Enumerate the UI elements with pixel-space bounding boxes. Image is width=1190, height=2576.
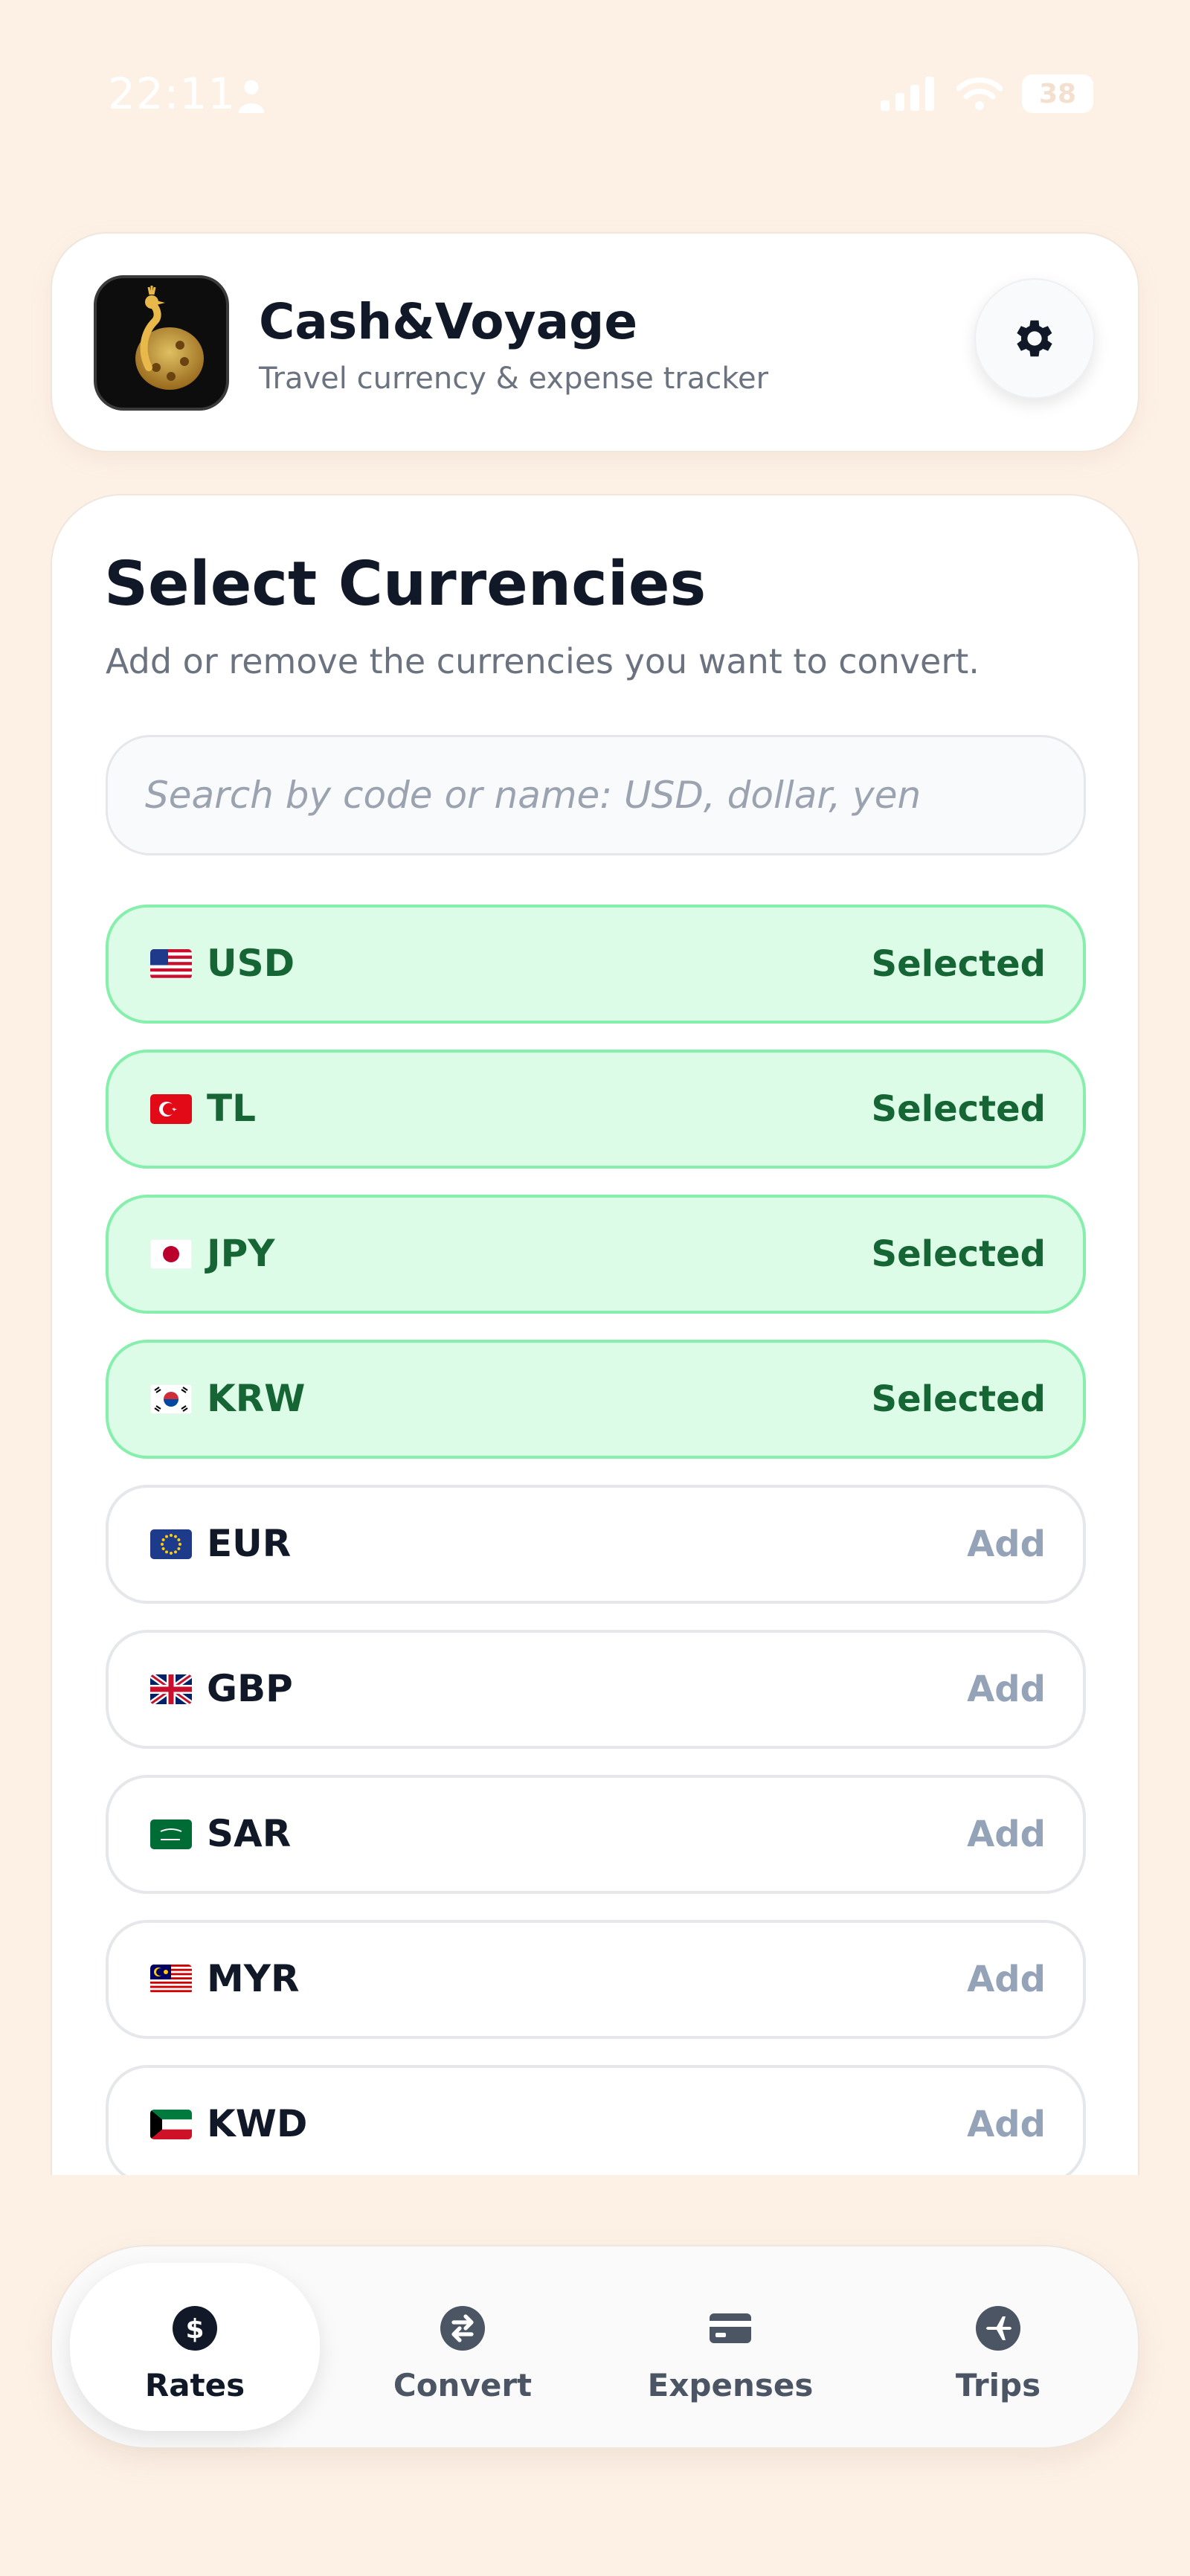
nav-label: Trips [955,2367,1041,2403]
kw-flag-icon [150,2110,192,2139]
currency-code: USD [207,942,295,985]
eu-flag-icon [150,1529,192,1559]
nav-label: Rates [144,2367,245,2403]
add-currency-button[interactable]: Add [967,1814,1046,1855]
currency-row-gbp[interactable]: GBP Add [106,1630,1086,1749]
app-subtitle: Travel currency & expense tracker [259,362,769,396]
nav-tab-expenses[interactable]: Expenses [605,2263,855,2431]
status-bar: 22:11 38 [0,0,1190,193]
currency-code: TL [207,1087,256,1130]
currency-code: EUR [207,1522,292,1565]
exchange-icon [440,2306,485,2351]
bottom-nav: $ Rates Convert Expenses Trips [51,2245,1139,2449]
currency-code: JPY [207,1232,275,1275]
app-title: Cash&Voyage [259,293,638,350]
dollar-icon: $ [173,2306,217,2351]
page-subtitle: Add or remove the currencies you want to… [106,641,980,681]
currency-status: Selected [871,1378,1046,1420]
us-flag-icon [150,949,192,979]
status-indicators: 38 [881,74,1093,113]
currency-status: Selected [871,1233,1046,1275]
add-currency-button[interactable]: Add [967,2104,1046,2145]
nav-tab-rates[interactable]: $ Rates [70,2263,320,2431]
currency-row-kwd[interactable]: KWD Add [106,2065,1086,2175]
wifi-icon [956,77,1003,110]
gear-icon [1017,320,1052,357]
currency-status: Selected [871,943,1046,985]
currency-status: Selected [871,1088,1046,1130]
currency-row-jpy[interactable]: JPY Selected [106,1195,1086,1314]
add-currency-button[interactable]: Add [967,1959,1046,2000]
currency-row-usd[interactable]: USD Selected [106,905,1086,1024]
jp-flag-icon [150,1239,192,1269]
status-time: 22:11 [108,68,237,119]
app-header: Cash&Voyage Travel currency & expense tr… [51,232,1139,452]
tr-flag-icon [150,1094,192,1124]
nav-tab-convert[interactable]: Convert [338,2263,588,2431]
search-input[interactable] [106,735,1086,855]
kr-flag-icon [150,1384,192,1414]
currency-code: GBP [207,1667,293,1710]
currency-row-krw[interactable]: KRW Selected [106,1340,1086,1459]
currency-code: MYR [207,1957,300,2000]
sa-flag-icon [150,1819,192,1849]
add-currency-button[interactable]: Add [967,1523,1046,1565]
gb-flag-icon [150,1674,192,1704]
currency-row-myr[interactable]: MYR Add [106,1920,1086,2039]
currency-code: KWD [207,2102,308,2145]
currency-row-sar[interactable]: SAR Add [106,1775,1086,1894]
svg-text:$: $ [185,2314,204,2345]
settings-button[interactable] [974,278,1095,399]
currency-code: SAR [207,1812,292,1855]
currency-selector-panel: Select Currencies Add or remove the curr… [51,494,1139,2175]
nav-tab-trips[interactable]: Trips [873,2263,1123,2431]
currency-row-eur[interactable]: EUR Add [106,1485,1086,1604]
page-title: Select Currencies [104,549,707,620]
person-icon [238,80,265,113]
add-currency-button[interactable]: Add [967,1668,1046,1710]
battery-level: 38 [1038,78,1077,109]
battery-icon: 38 [1022,74,1093,113]
my-flag-icon [150,1965,192,1994]
card-icon [710,2313,751,2343]
nav-label: Convert [393,2367,533,2403]
peacock-logo-icon [94,275,229,411]
nav-label: Expenses [647,2367,814,2403]
plane-icon [976,2306,1020,2351]
currency-row-tl[interactable]: TL Selected [106,1050,1086,1169]
currency-code: KRW [207,1377,306,1420]
signal-icon [881,77,934,111]
